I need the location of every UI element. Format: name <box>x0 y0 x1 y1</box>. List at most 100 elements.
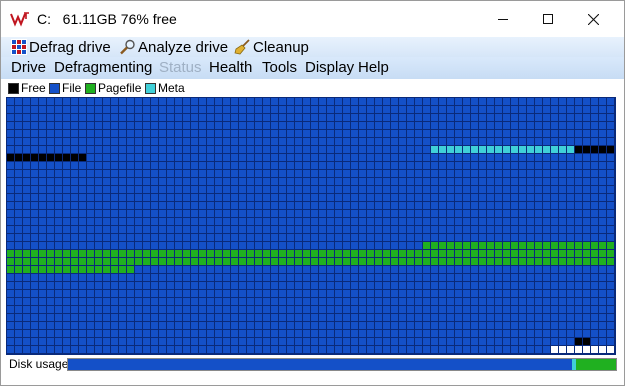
disk-cluster-map[interactable] <box>6 97 616 355</box>
cluster-block <box>63 186 70 193</box>
title-bar[interactable]: C: 61.11GB 76% free <box>1 1 624 37</box>
cluster-block <box>191 218 198 225</box>
menu-drive[interactable]: Drive <box>11 59 46 76</box>
menu-tools[interactable]: Tools <box>262 59 297 76</box>
cluster-block <box>303 106 310 113</box>
cluster-block <box>495 114 502 121</box>
cluster-block <box>351 210 358 217</box>
cluster-block <box>143 322 150 329</box>
cluster-block <box>527 194 534 201</box>
cluster-block <box>375 322 382 329</box>
menu-health[interactable]: Health <box>209 59 252 76</box>
cluster-block <box>215 306 222 313</box>
minimize-button[interactable] <box>480 1 526 37</box>
cluster-block <box>359 106 366 113</box>
cluster-block <box>15 298 22 305</box>
cluster-block <box>159 106 166 113</box>
cluster-block <box>383 194 390 201</box>
cluster-block <box>31 322 38 329</box>
cluster-block <box>527 346 534 353</box>
cluster-block <box>527 186 534 193</box>
cluster-block <box>327 298 334 305</box>
cluster-block <box>191 146 198 153</box>
cluster-block <box>351 242 358 249</box>
cluster-block <box>583 250 590 257</box>
cluster-block <box>127 258 134 265</box>
cluster-block <box>199 314 206 321</box>
cluster-block <box>47 274 54 281</box>
cluster-block <box>415 314 422 321</box>
cluster-block <box>199 154 206 161</box>
cluster-block <box>23 266 30 273</box>
cluster-block <box>215 234 222 241</box>
cluster-block <box>319 298 326 305</box>
cluster-block <box>567 234 574 241</box>
cluster-block <box>335 314 342 321</box>
cluster-block <box>39 346 46 353</box>
cluster-block <box>535 250 542 257</box>
menu-help[interactable]: Help <box>358 59 389 76</box>
cluster-block <box>191 346 198 353</box>
cluster-block <box>95 226 102 233</box>
cluster-block <box>279 218 286 225</box>
analyze-drive-button[interactable]: Analyze drive <box>119 38 228 56</box>
cluster-block <box>111 210 118 217</box>
cluster-block <box>119 298 126 305</box>
menu-display[interactable]: Display <box>305 59 354 76</box>
cluster-block <box>431 186 438 193</box>
cluster-block <box>207 130 214 137</box>
cluster-block <box>255 218 262 225</box>
cluster-block <box>23 186 30 193</box>
cluster-block <box>143 282 150 289</box>
cluster-block <box>423 146 430 153</box>
cluster-block <box>223 194 230 201</box>
maximize-button[interactable] <box>525 1 571 37</box>
cluster-block <box>607 218 614 225</box>
cluster-block <box>559 106 566 113</box>
cluster-block <box>55 202 62 209</box>
cluster-block <box>607 170 614 177</box>
cluster-block <box>135 138 142 145</box>
cluster-block <box>519 234 526 241</box>
window-title: C: 61.11GB 76% free <box>37 11 177 27</box>
cluster-block <box>351 290 358 297</box>
cluster-block <box>439 282 446 289</box>
cluster-block <box>327 154 334 161</box>
cluster-block <box>183 146 190 153</box>
cluster-block <box>23 258 30 265</box>
cluster-block <box>167 330 174 337</box>
cluster-block <box>351 338 358 345</box>
cluster-block <box>495 186 502 193</box>
cluster-block <box>543 170 550 177</box>
cluster-block <box>263 170 270 177</box>
cluster-block <box>423 346 430 353</box>
cluster-block <box>295 330 302 337</box>
close-button[interactable] <box>570 1 616 37</box>
cleanup-button[interactable]: Cleanup <box>234 38 309 56</box>
defrag-drive-button[interactable]: Defrag drive <box>11 38 111 56</box>
menu-defragmenting[interactable]: Defragmenting <box>54 59 152 76</box>
cluster-block <box>231 194 238 201</box>
cluster-block <box>79 250 86 257</box>
cluster-block <box>103 274 110 281</box>
cluster-block <box>583 314 590 321</box>
cluster-block <box>527 314 534 321</box>
cluster-block <box>559 258 566 265</box>
cluster-block <box>375 194 382 201</box>
cluster-block <box>279 154 286 161</box>
cluster-block <box>199 114 206 121</box>
menu-status[interactable]: Status <box>159 59 202 76</box>
cluster-block <box>239 258 246 265</box>
cluster-block <box>127 346 134 353</box>
cluster-block <box>439 194 446 201</box>
cluster-block <box>599 282 606 289</box>
cluster-block <box>503 266 510 273</box>
cluster-block <box>407 194 414 201</box>
cluster-block <box>359 274 366 281</box>
cluster-block <box>311 194 318 201</box>
cluster-block <box>303 322 310 329</box>
cluster-block <box>335 330 342 337</box>
cluster-block <box>447 306 454 313</box>
cluster-block <box>479 258 486 265</box>
cluster-block <box>263 322 270 329</box>
